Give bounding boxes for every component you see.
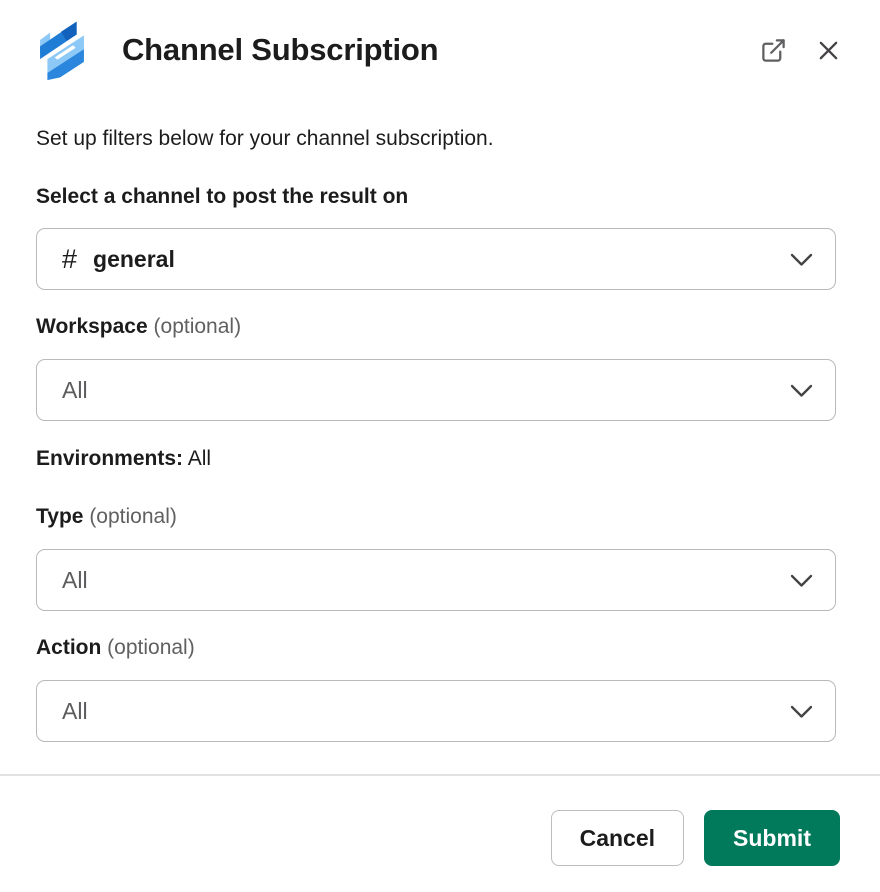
action-select[interactable]: All (36, 680, 836, 742)
environments-value: All (188, 447, 211, 470)
type-label-text: Type (36, 505, 83, 528)
header-actions (760, 37, 840, 64)
chevron-down-icon (790, 377, 813, 404)
submit-button[interactable]: Submit (704, 810, 840, 866)
workspace-optional-text: (optional) (154, 315, 242, 338)
modal-body: Set up filters below for your channel su… (0, 82, 880, 744)
type-select-value: All (62, 567, 88, 594)
modal-title: Channel Subscription (122, 32, 760, 68)
environments-row: Environments: All (36, 448, 844, 470)
footer-actions: Cancel Submit (0, 776, 880, 892)
modal-header: Channel Subscription (0, 0, 880, 82)
chevron-down-icon (790, 246, 813, 273)
intro-text: Set up filters below for your channel su… (36, 126, 844, 152)
channel-select[interactable]: # general (36, 228, 836, 290)
action-select-value: All (62, 698, 88, 725)
close-icon[interactable] (817, 39, 840, 62)
type-optional-text: (optional) (89, 505, 177, 528)
environments-label: Environments: (36, 447, 183, 470)
modal-footer: Cancel Submit (0, 774, 880, 892)
external-link-icon[interactable] (760, 37, 787, 64)
action-label-text: Action (36, 636, 101, 659)
workspace-field-label: Workspace (optional) (36, 316, 844, 338)
workspace-select[interactable]: All (36, 359, 836, 421)
type-select[interactable]: All (36, 549, 836, 611)
workspace-select-value: All (62, 377, 88, 404)
channel-select-value: general (93, 246, 175, 273)
action-optional-text: (optional) (107, 636, 195, 659)
app-logo-icon (36, 18, 88, 82)
chevron-down-icon (790, 698, 813, 725)
cancel-button[interactable]: Cancel (551, 810, 684, 866)
workspace-label-text: Workspace (36, 315, 148, 338)
type-field-label: Type (optional) (36, 506, 844, 528)
hash-icon: # (62, 244, 77, 275)
action-field-label: Action (optional) (36, 637, 844, 659)
channel-field-label: Select a channel to post the result on (36, 186, 844, 208)
channel-subscription-modal: Channel Subscription Set up filters belo… (0, 0, 880, 892)
chevron-down-icon (790, 567, 813, 594)
